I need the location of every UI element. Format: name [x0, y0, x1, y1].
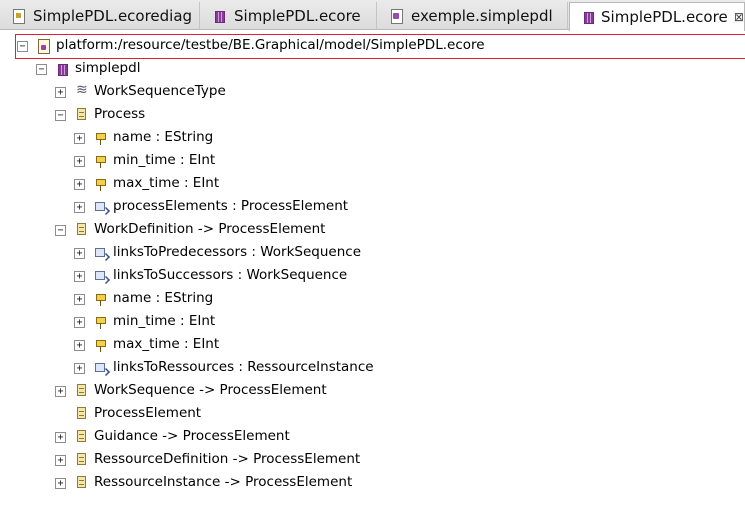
tree-row-workdefinition[interactable]: − WorkDefinition -> ProcessElement	[55, 219, 455, 242]
tab-label: SimplePDL.ecore	[601, 8, 728, 26]
resource-label: platform:/resource/testbe/BE.Graphical/m…	[56, 37, 485, 53]
tree-row-worksequence[interactable]: + WorkSequence -> ProcessElement	[55, 380, 455, 403]
tree-item-label: linksToSuccessors : WorkSequence	[113, 267, 348, 283]
tree-row-ressourcedefinition[interactable]: + RessourceDefinition -> ProcessElement	[55, 449, 455, 472]
package-icon	[55, 61, 69, 77]
tree-item-label: Guidance -> ProcessElement	[94, 428, 290, 444]
tree-item-label: name : EString	[113, 290, 214, 306]
tree-row-worksequencetype[interactable]: + WorkSequenceType	[55, 81, 355, 104]
expand-icon[interactable]: +	[74, 294, 85, 305]
expand-icon[interactable]: +	[74, 363, 85, 374]
tree-item-label: WorkSequenceType	[94, 83, 226, 99]
expand-icon[interactable]: +	[74, 271, 85, 282]
ecore-file-icon	[212, 8, 226, 24]
tree-row-attribute[interactable]: + name : EString	[74, 127, 374, 150]
expand-icon[interactable]: +	[74, 156, 85, 167]
collapse-icon[interactable]: −	[36, 64, 47, 75]
close-tab-icon[interactable]: ⊠	[734, 10, 744, 24]
tree-row-ressourceinstance[interactable]: + RessourceInstance -> ProcessElement	[55, 472, 455, 495]
tree-item-label: WorkSequence -> ProcessElement	[94, 382, 327, 398]
tab-simplepdl-ecore[interactable]: SimplePDL.ecore	[201, 2, 377, 30]
tree-item-label: ProcessElement	[94, 405, 202, 421]
tree-row-package[interactable]: − simplepdl	[36, 58, 236, 81]
diagram-file-icon	[11, 8, 25, 24]
expand-icon[interactable]: +	[74, 179, 85, 190]
class-icon	[77, 108, 86, 120]
reference-icon	[94, 268, 108, 284]
tree-row-attribute[interactable]: + min_time : EInt	[74, 150, 374, 173]
tree-item-label: min_time : EInt	[113, 313, 216, 329]
tree-row-attribute[interactable]: + max_time : EInt	[74, 334, 374, 357]
class-icon	[77, 223, 86, 235]
reference-icon	[94, 360, 108, 376]
tab-simplepdl-ecore-active[interactable]: SimplePDL.ecore ⊠	[569, 2, 745, 31]
class-icon	[77, 430, 86, 442]
tree-row-reference[interactable]: + linksToSuccessors : WorkSequence	[74, 265, 474, 288]
package-label: simplepdl	[75, 60, 141, 76]
resource-icon	[36, 38, 50, 54]
tree-row-reference[interactable]: + linksToRessources : RessourceInstance	[74, 357, 474, 380]
tab-simplepdl-ecorediag[interactable]: SimplePDL.ecorediag	[0, 2, 200, 30]
enum-icon	[75, 82, 89, 100]
tree-item-label: processElements : ProcessElement	[113, 198, 349, 214]
tree-row-reference[interactable]: + processElements : ProcessElement	[74, 196, 474, 219]
tree-row-guidance[interactable]: + Guidance -> ProcessElement	[55, 426, 455, 449]
expand-icon[interactable]: +	[55, 432, 66, 443]
tab-label: SimplePDL.ecore	[234, 7, 361, 25]
model-file-icon	[389, 8, 403, 24]
tree-item-label: RessourceInstance -> ProcessElement	[94, 474, 353, 490]
tree-row-resource[interactable]: − platform:/resource/testbe/BE.Graphical…	[15, 34, 745, 59]
attribute-icon	[94, 314, 108, 330]
reference-icon	[94, 245, 108, 261]
expand-icon[interactable]: +	[55, 87, 66, 98]
tree-item-label: max_time : EInt	[113, 175, 220, 191]
tab-exemple-simplepdl[interactable]: exemple.simplepdl	[378, 2, 568, 30]
expand-icon[interactable]: +	[55, 455, 66, 466]
attribute-icon	[94, 291, 108, 307]
collapse-icon[interactable]: −	[55, 110, 66, 121]
class-icon	[77, 407, 86, 419]
expand-icon[interactable]: +	[74, 133, 85, 144]
ecore-model-tree: − platform:/resource/testbe/BE.Graphical…	[0, 30, 745, 524]
expand-icon[interactable]: +	[55, 386, 66, 397]
class-icon	[77, 476, 86, 488]
tree-row-reference[interactable]: + linksToPredecessors : WorkSequence	[74, 242, 474, 265]
tree-item-label: linksToRessources : RessourceInstance	[113, 359, 374, 375]
tree-row-process[interactable]: − Process	[55, 104, 355, 127]
class-icon	[77, 453, 86, 465]
collapse-icon[interactable]: −	[55, 225, 66, 236]
tree-row-attribute[interactable]: + min_time : EInt	[74, 311, 374, 334]
attribute-icon	[94, 176, 108, 192]
expand-icon[interactable]: +	[74, 317, 85, 328]
tree-item-label: max_time : EInt	[113, 336, 220, 352]
expand-icon[interactable]: +	[74, 248, 85, 259]
attribute-icon	[94, 153, 108, 169]
expand-icon[interactable]: +	[55, 478, 66, 489]
tree-row-attribute[interactable]: + name : EString	[74, 288, 374, 311]
collapse-icon[interactable]: −	[17, 41, 28, 52]
expand-icon[interactable]: +	[74, 340, 85, 351]
reference-icon	[94, 199, 108, 215]
class-icon	[77, 384, 86, 396]
tree-item-label: name : EString	[113, 129, 214, 145]
tab-label: exemple.simplepdl	[411, 7, 553, 25]
attribute-icon	[94, 337, 108, 353]
tree-item-label: WorkDefinition -> ProcessElement	[94, 221, 326, 237]
tree-item-label: min_time : EInt	[113, 152, 216, 168]
editor-tab-bar: SimplePDL.ecorediag SimplePDL.ecore exem…	[0, 0, 745, 31]
tree-item-label: Process	[94, 106, 146, 122]
tree-row-attribute[interactable]: + max_time : EInt	[74, 173, 374, 196]
attribute-icon	[94, 130, 108, 146]
tab-label: SimplePDL.ecorediag	[33, 7, 193, 25]
tree-item-label: RessourceDefinition -> ProcessElement	[94, 451, 361, 467]
ecore-file-icon	[581, 9, 595, 25]
tree-row-processelement[interactable]: ProcessElement	[55, 403, 355, 426]
expand-icon[interactable]: +	[74, 202, 85, 213]
tree-item-label: linksToPredecessors : WorkSequence	[113, 244, 362, 260]
